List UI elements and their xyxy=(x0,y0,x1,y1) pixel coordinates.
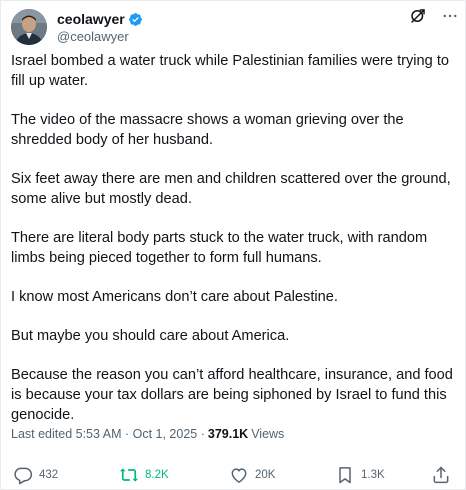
reply-count: 432 xyxy=(39,469,59,481)
post-meta: Last edited 5:53 AM · Oct 1, 2025 · 379.… xyxy=(11,427,284,441)
avatar[interactable] xyxy=(11,9,47,45)
grok-icon[interactable] xyxy=(409,7,427,25)
bookmark-button[interactable]: 1.3K xyxy=(335,465,385,485)
avatar-portrait xyxy=(11,9,47,45)
share-icon xyxy=(431,465,451,485)
repost-count: 8.2K xyxy=(145,469,169,481)
like-count: 20K xyxy=(255,469,276,481)
heart-icon xyxy=(229,465,249,485)
verified-badge-icon xyxy=(128,12,143,27)
author-block: ceolawyer @ceolawyer xyxy=(57,10,143,44)
views-count: 379.1K xyxy=(207,427,249,441)
post-paragraph: Israel bombed a water truck while Palest… xyxy=(11,53,450,89)
post-text: Israel bombed a water truck while Palest… xyxy=(11,51,457,444)
bookmark-count: 1.3K xyxy=(361,469,385,481)
more-icon[interactable] xyxy=(441,7,459,25)
header-actions xyxy=(409,7,459,25)
reply-button[interactable]: 432 xyxy=(13,465,58,485)
like-button[interactable]: 20K xyxy=(229,465,275,485)
views-label: Views xyxy=(251,427,285,441)
post-paragraph: The video of the massacre shows a woman … xyxy=(11,112,404,148)
post-paragraph: I know most Americans don’t care about P… xyxy=(11,289,338,305)
share-button[interactable] xyxy=(431,465,451,485)
author-handle[interactable]: @ceolawyer xyxy=(57,29,143,44)
post-paragraph: But maybe you should care about America. xyxy=(11,328,290,344)
bookmark-icon xyxy=(335,465,355,485)
post-card: ceolawyer @ceolawyer Israel bombed a wat… xyxy=(0,0,466,490)
post-paragraph: There are literal body parts stuck to th… xyxy=(11,230,428,266)
reply-icon xyxy=(13,465,33,485)
edited-timestamp[interactable]: Last edited 5:53 AM · Oct 1, 2025 · xyxy=(11,427,205,441)
repost-button[interactable]: 8.2K xyxy=(119,465,169,485)
action-bar: 432 8.2K 20K 1.3K xyxy=(13,465,453,487)
post-header: ceolawyer @ceolawyer xyxy=(11,7,463,47)
repost-icon xyxy=(119,465,139,485)
post-paragraph: Six feet away there are men and children… xyxy=(11,171,451,207)
post-paragraph: Because the reason you can’t afford heal… xyxy=(11,367,453,423)
author-display-name[interactable]: ceolawyer xyxy=(57,11,125,27)
